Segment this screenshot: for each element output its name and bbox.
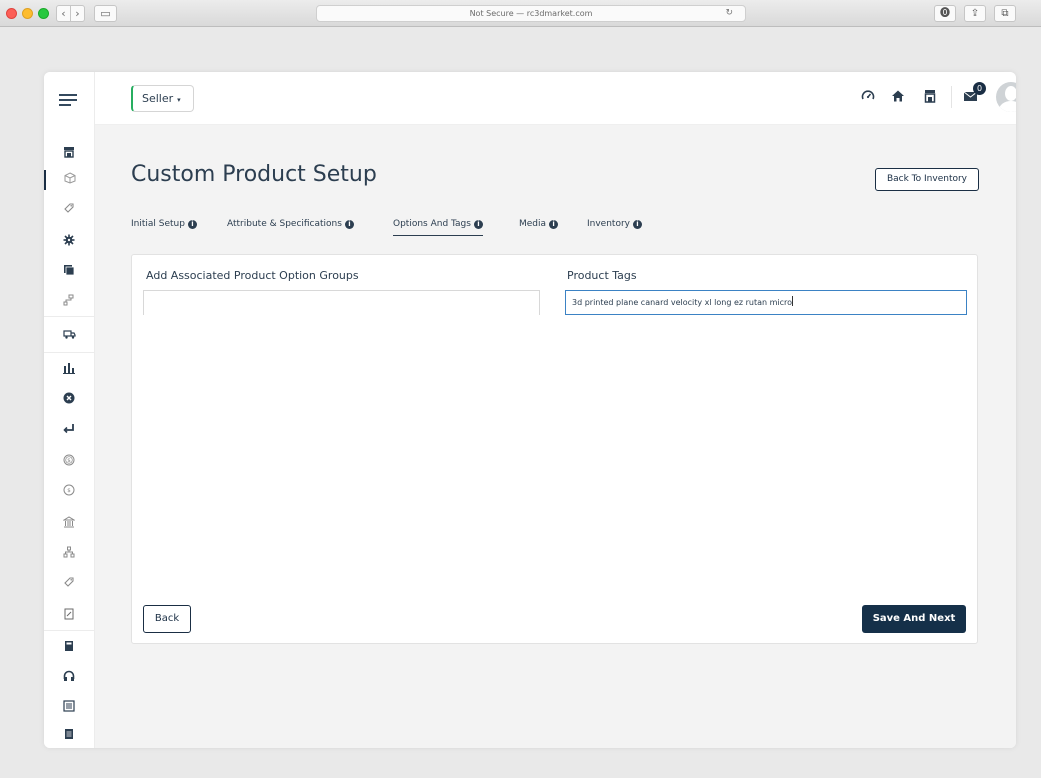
calculator-icon[interactable]	[44, 638, 94, 658]
text-cursor	[792, 296, 794, 306]
option-groups-input[interactable]	[143, 290, 540, 315]
seller-dropdown[interactable]: Seller ▾	[131, 85, 194, 112]
browser-back-button[interactable]: ‹	[56, 5, 71, 22]
hamburger-menu-icon[interactable]	[59, 94, 77, 109]
product-tags-value: 3d printed plane canard velocity xl long…	[572, 298, 793, 307]
cancel-circle-icon[interactable]	[44, 390, 94, 410]
save-and-next-button[interactable]: Save And Next	[862, 605, 966, 633]
product-box-icon[interactable]	[44, 170, 94, 190]
report-icon[interactable]	[44, 726, 94, 746]
back-button[interactable]: Back	[143, 605, 191, 633]
tab-attribute-specifications[interactable]: Attribute & Specifications i	[227, 217, 354, 235]
dashboard-icon[interactable]	[861, 89, 875, 108]
browser-window: ‹ › ▭ Not Secure — rc3dmarket.com ↻ ⓿ ⇪ …	[0, 0, 1041, 778]
sidebar: $ $	[44, 72, 95, 748]
label-icon[interactable]	[44, 574, 94, 594]
tab-label: Inventory	[587, 219, 630, 229]
app-container: $ $ Seller ▾ 0 Custom Product Setup Back…	[44, 72, 1016, 748]
notification-badge[interactable]: 0	[973, 82, 986, 95]
privacy-report-button[interactable]: ⓿	[934, 5, 956, 22]
list-icon[interactable]	[44, 698, 94, 718]
back-to-inventory-button[interactable]: Back To Inventory	[875, 168, 979, 191]
address-bar[interactable]: Not Secure — rc3dmarket.com ↻	[316, 5, 746, 22]
seller-dropdown-label: Seller	[142, 92, 174, 105]
tab-inventory[interactable]: Inventory i	[587, 217, 642, 235]
option-groups-label: Add Associated Product Option Groups	[146, 269, 359, 282]
window-close-button[interactable]	[6, 8, 17, 19]
tabs-overview-button[interactable]: ⧉	[994, 5, 1016, 22]
network-icon[interactable]	[44, 544, 94, 564]
browser-sidebar-button[interactable]: ▭	[94, 5, 117, 22]
info-icon: i	[473, 220, 483, 229]
store-icon[interactable]	[923, 89, 937, 108]
page-title: Custom Product Setup	[131, 162, 377, 187]
store-icon[interactable]	[44, 144, 94, 164]
coin-outline-icon[interactable]: $	[44, 482, 94, 502]
chevron-down-icon: ▾	[177, 96, 181, 104]
tab-label: Attribute & Specifications	[227, 219, 342, 229]
bar-chart-icon[interactable]	[44, 360, 94, 380]
svg-text:$: $	[67, 488, 71, 494]
headset-icon[interactable]	[44, 668, 94, 688]
svg-text:$: $	[67, 458, 71, 464]
tab-initial-setup[interactable]: Initial Setup i	[131, 217, 197, 235]
document-icon[interactable]	[44, 606, 94, 626]
product-tags-input[interactable]: 3d printed plane canard velocity xl long…	[565, 290, 967, 315]
window-minimize-button[interactable]	[22, 8, 33, 19]
product-tags-label: Product Tags	[567, 269, 637, 282]
tab-options-and-tags[interactable]: Options And Tags i	[393, 217, 483, 236]
settings-gear-icon[interactable]	[44, 232, 94, 252]
coin-icon[interactable]: $	[44, 452, 94, 472]
share-button[interactable]: ⇪	[964, 5, 986, 22]
url-text: Not Secure — rc3dmarket.com	[469, 9, 593, 18]
top-header: Seller ▾ 0	[95, 72, 1016, 125]
tab-label: Initial Setup	[131, 219, 185, 229]
info-icon: i	[633, 220, 642, 229]
main-content: Custom Product Setup Back To Inventory I…	[95, 125, 1016, 748]
bank-icon[interactable]	[44, 514, 94, 534]
tab-label: Options And Tags	[393, 219, 471, 229]
home-icon[interactable]	[891, 89, 905, 108]
window-maximize-button[interactable]	[38, 8, 49, 19]
info-icon: i	[549, 220, 559, 229]
info-icon: i	[187, 220, 197, 229]
shipping-icon[interactable]	[44, 326, 94, 346]
user-avatar[interactable]	[996, 82, 1016, 112]
sidebar-divider	[44, 630, 94, 631]
hierarchy-icon[interactable]	[44, 292, 94, 312]
options-tags-card: Add Associated Product Option Groups Pro…	[131, 254, 978, 644]
return-arrow-icon[interactable]	[44, 420, 94, 440]
tag-icon[interactable]	[44, 200, 94, 220]
info-icon: i	[344, 220, 354, 229]
browser-titlebar: ‹ › ▭ Not Secure — rc3dmarket.com ↻ ⓿ ⇪ …	[0, 0, 1041, 27]
tab-media[interactable]: Media i	[519, 217, 559, 235]
header-divider	[951, 86, 952, 108]
reload-icon[interactable]: ↻	[725, 6, 733, 21]
sidebar-divider	[44, 316, 94, 317]
copy-icon[interactable]	[44, 262, 94, 282]
browser-forward-button[interactable]: ›	[70, 5, 85, 22]
tab-label: Media	[519, 219, 547, 229]
sidebar-divider	[44, 352, 94, 353]
